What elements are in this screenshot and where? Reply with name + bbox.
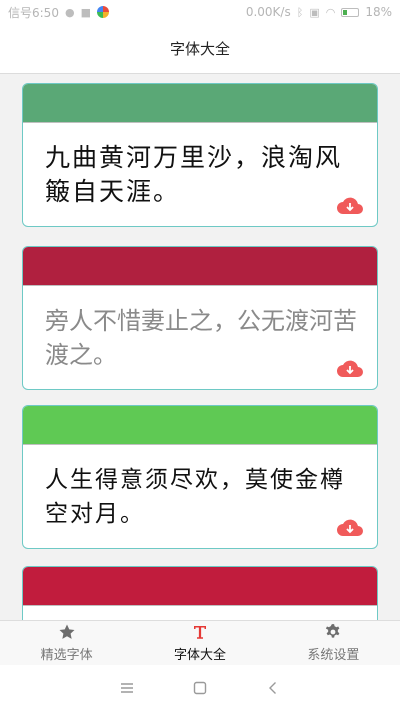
home-icon[interactable] <box>192 680 208 696</box>
status-right: 0.00K/s ᛒ ▣ ◠ 18% <box>246 5 392 19</box>
download-icon[interactable] <box>335 196 365 216</box>
font-card[interactable]: 人生得意须尽欢，莫使金樽空对月。 <box>22 405 378 549</box>
tab-all-fonts[interactable]: 字体大全 <box>133 621 266 665</box>
system-nav-bar <box>0 665 400 711</box>
status-left: 信号6:50 ● ■ <box>8 4 109 21</box>
download-icon[interactable] <box>335 359 365 379</box>
tab-label: 精选字体 <box>40 648 93 663</box>
message-icon: ● <box>64 5 75 19</box>
status-time: 信号6:50 <box>8 5 59 20</box>
menu-icon[interactable] <box>119 681 135 695</box>
wifi-icon: ◠ <box>325 5 336 19</box>
download-icon[interactable] <box>335 518 365 538</box>
network-speed: 0.00K/s <box>245 5 291 19</box>
title-bar: 字体大全 <box>0 24 400 74</box>
tab-label: 系统设置 <box>307 648 360 663</box>
gear-icon <box>326 624 340 638</box>
alarm-icon: ▣ <box>309 5 320 19</box>
font-card[interactable]: 九曲黄河万里沙，浪淘风簸自天涯。 <box>22 83 378 227</box>
tab-featured-fonts[interactable]: 精选字体 <box>0 621 133 665</box>
card-body <box>23 605 377 620</box>
tab-label: 字体大全 <box>173 648 226 663</box>
card-header <box>23 567 377 605</box>
font-icon <box>193 626 206 639</box>
notification-icon: ■ <box>80 5 91 19</box>
back-icon[interactable] <box>265 680 281 696</box>
bluetooth-icon: ᛒ <box>296 5 304 19</box>
star-icon <box>59 624 75 639</box>
card-header <box>23 406 377 444</box>
font-sample-text: 九曲黄河万里沙，浪淘风簸自天涯。 <box>45 143 343 206</box>
card-body: 人生得意须尽欢，莫使金樽空对月。 <box>23 444 377 548</box>
font-list[interactable]: 九曲黄河万里沙，浪淘风簸自天涯。 旁人不惜妻止之，公无渡河苦渡之。 人生得意须尽… <box>0 75 400 620</box>
font-sample-text: 旁人不惜妻止之，公无渡河苦渡之。 <box>45 307 357 369</box>
font-card[interactable]: 旁人不惜妻止之，公无渡河苦渡之。 <box>22 246 378 390</box>
tab-system-settings[interactable]: 系统设置 <box>267 621 400 665</box>
battery-icon <box>341 7 360 17</box>
card-body: 九曲黄河万里沙，浪淘风簸自天涯。 <box>23 122 377 226</box>
card-body: 旁人不惜妻止之，公无渡河苦渡之。 <box>23 285 377 389</box>
app-notification-icon <box>96 6 109 18</box>
font-sample-text: 人生得意须尽欢，莫使金樽空对月。 <box>45 467 345 527</box>
battery-level: 18% <box>365 5 392 19</box>
page-title: 字体大全 <box>169 40 230 58</box>
card-header <box>23 84 377 122</box>
font-card[interactable] <box>22 566 378 620</box>
status-bar: 信号6:50 ● ■ 0.00K/s ᛒ ▣ ◠ 18% <box>0 0 400 24</box>
card-header <box>23 247 377 285</box>
bottom-tab-bar: 精选字体 字体大全 系统设置 <box>0 620 400 665</box>
